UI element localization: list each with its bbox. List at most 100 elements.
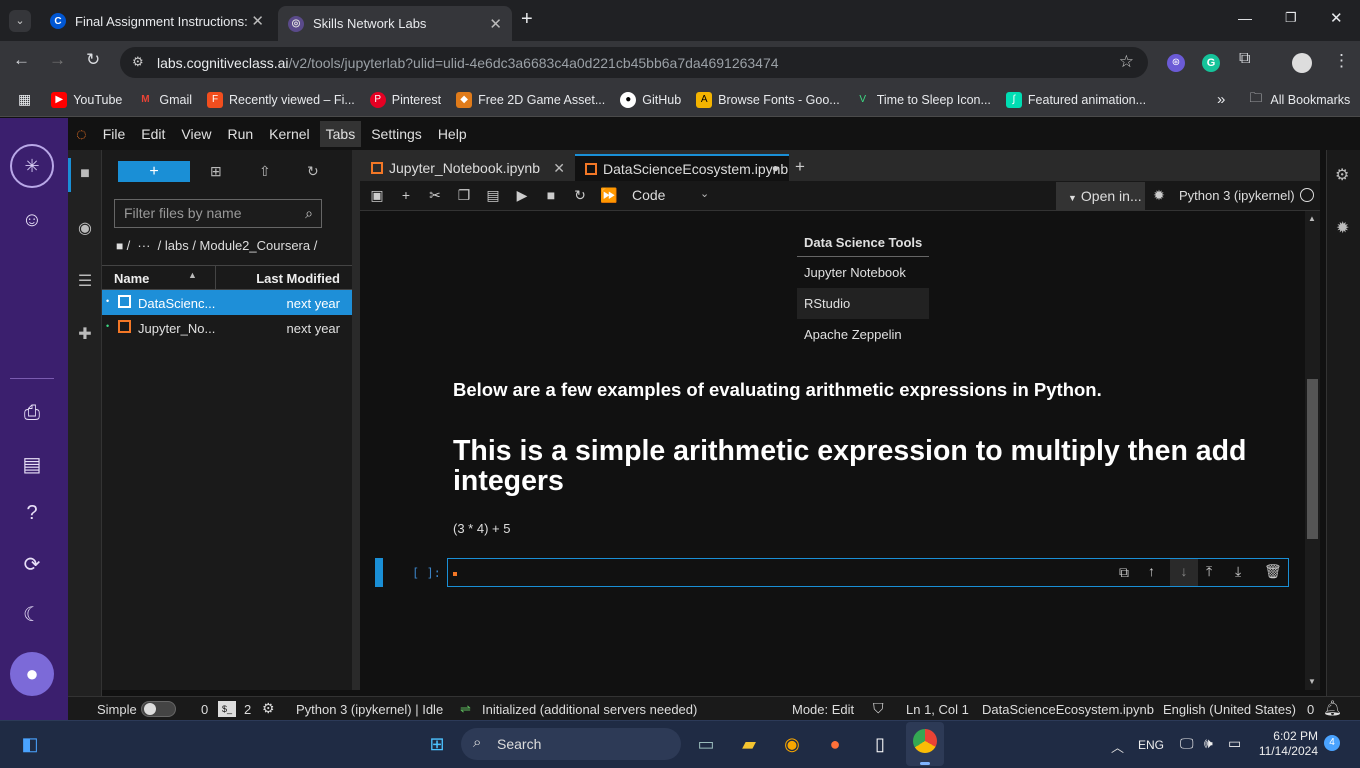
grammarly-icon[interactable]: G [1202, 54, 1220, 72]
show-hidden-icons[interactable]: ︿ [1111, 737, 1124, 756]
delete-cell-icon[interactable]: 🗑 [1264, 563, 1282, 580]
bookmark-github[interactable]: ● GitHub [620, 91, 681, 108]
bookmark-game-assets[interactable]: ◆ Free 2D Game Asset... [456, 91, 605, 108]
duplicate-cell-icon[interactable]: ⧉ [1119, 564, 1129, 581]
file-explorer-icon[interactable]: ▰ [735, 730, 763, 758]
debugger-icon[interactable]: ✹ [1336, 218, 1349, 238]
sync-icon[interactable]: ⟳ [17, 552, 47, 582]
copy-icon[interactable]: ❐ [455, 187, 473, 204]
insert-cell-icon[interactable]: + [397, 187, 415, 203]
bookmark-youtube[interactable]: ▶ YouTube [51, 91, 122, 108]
clock[interactable]: 6:02 PM 11/14/2024 [1258, 729, 1318, 759]
input-language[interactable]: ENG [1138, 738, 1164, 752]
name-column-header[interactable]: Name [114, 271, 149, 286]
chrome-taskbar-button[interactable] [906, 722, 944, 766]
kernel-count[interactable]: 2 [244, 702, 251, 717]
cut-icon[interactable]: ✂ [426, 187, 444, 204]
kernel-name[interactable]: Python 3 (ipykernel) [1179, 188, 1295, 203]
new-folder-icon[interactable]: ⊞ [210, 163, 222, 180]
open-in-button[interactable]: ▼ Open in... [1056, 182, 1145, 210]
back-icon[interactable]: ← [13, 50, 30, 70]
close-tab-icon[interactable]: ✕ [489, 15, 502, 33]
file-row[interactable]: • Jupyter_No... next year [102, 315, 352, 340]
inbox-icon[interactable]: ⎙ [17, 402, 47, 432]
brave-icon[interactable]: ◉ [778, 730, 806, 758]
extension-icon[interactable]: ⊛ [1167, 54, 1185, 72]
taskbar-search[interactable]: ⌕ Search [461, 728, 681, 760]
restart-icon[interactable]: ↻ [571, 187, 589, 204]
document-icon[interactable]: ▯ [866, 730, 894, 758]
new-launcher-button[interactable]: + [118, 161, 190, 182]
user-avatar[interactable]: ● [10, 652, 54, 696]
insert-above-icon[interactable]: ⤒ [1206, 563, 1212, 580]
unsaved-dot-icon[interactable]: ● [772, 161, 779, 175]
windows-start-icon[interactable]: ⊞ [423, 730, 451, 758]
bell-icon[interactable]: 🔔︎ [1323, 699, 1342, 717]
add-tab-button[interactable]: + [795, 157, 805, 177]
menu-tabs[interactable]: Tabs [319, 121, 362, 147]
chrome-menu-icon[interactable]: ⋮ [1333, 51, 1350, 71]
scroll-up-icon[interactable]: ▲ [1308, 214, 1316, 223]
bookmark-lottie[interactable]: ∫ Featured animation... [1005, 91, 1146, 108]
newspaper-icon[interactable]: ▤ [17, 452, 47, 482]
network-icon[interactable]: 🖵︎ [1180, 735, 1194, 752]
kernel-status[interactable]: Python 3 (ipykernel) | Idle [296, 702, 443, 717]
volume-icon[interactable]: 🕪︎ [1204, 735, 1213, 752]
file-row[interactable]: • DataScienc... next year [102, 290, 352, 315]
code-cell-editor[interactable]: ⧉ ↑ ↓ ⤒ ⤓ 🗑 [447, 558, 1289, 587]
cursor-position[interactable]: Ln 1, Col 1 [906, 702, 969, 717]
folder-icon[interactable]: ■ [75, 165, 95, 185]
tab-search-icon[interactable]: ⌄ [9, 10, 31, 32]
last-modified-column-header[interactable]: Last Modified [256, 271, 340, 286]
simple-mode-toggle[interactable] [141, 701, 176, 717]
restore-icon[interactable]: ❐ [1285, 10, 1297, 26]
extensions-puzzle-icon[interactable]: ⧉ [1239, 50, 1250, 68]
battery-icon[interactable]: ▭ [1228, 735, 1241, 752]
fast-forward-icon[interactable]: ⏩ [600, 187, 618, 204]
move-down-icon[interactable]: ↓ [1170, 559, 1198, 586]
new-tab-button[interactable]: + [521, 8, 533, 31]
forward-icon[interactable]: → [49, 50, 66, 70]
address-bar[interactable]: ⚙ labs.cognitiveclass.ai/v2/tools/jupyte… [120, 47, 1148, 78]
menu-edit[interactable]: Edit [135, 121, 171, 147]
menu-file[interactable]: File [97, 121, 132, 147]
task-view-icon[interactable]: ▭ [692, 730, 720, 758]
trusted-shield-icon[interactable]: ⛉ [873, 700, 884, 717]
table-of-contents-icon[interactable]: ☰ [75, 271, 95, 291]
notification-badge[interactable]: 4 [1324, 735, 1340, 751]
menu-run[interactable]: Run [221, 121, 259, 147]
close-tab-icon[interactable]: ✕ [553, 160, 565, 177]
save-icon[interactable]: ▣ [368, 187, 386, 204]
apps-grid-icon[interactable]: ▦ [18, 91, 31, 108]
firefox-icon[interactable]: ● [821, 730, 849, 758]
extensions-puzzle-icon[interactable]: ✚ [75, 324, 95, 344]
reload-icon[interactable]: ↻ [86, 50, 100, 70]
run-icon[interactable]: ▶ [513, 187, 531, 204]
bookmark-vector[interactable]: V Time to Sleep Icon... [854, 91, 991, 108]
file-filter-input[interactable]: Filter files by name ⌕ [114, 199, 322, 228]
cell-type-select[interactable]: Code ⌄ [632, 187, 712, 203]
move-up-icon[interactable]: ↑ [1148, 563, 1155, 579]
scroll-thumb[interactable] [1307, 379, 1318, 539]
all-bookmarks-button[interactable]: 🗀 All Bookmarks [1249, 89, 1350, 111]
site-info-icon[interactable]: ⚙ [132, 54, 144, 70]
refresh-icon[interactable]: ↻ [307, 163, 319, 180]
scroll-down-icon[interactable]: ▼ [1308, 677, 1316, 686]
profile-avatar[interactable] [1292, 53, 1312, 73]
menu-view[interactable]: View [175, 121, 217, 147]
menu-settings[interactable]: Settings [365, 121, 428, 147]
bookmarks-overflow-button[interactable]: » [1217, 91, 1225, 108]
lsp-status[interactable]: Initialized (additional servers needed) [482, 702, 697, 717]
close-window-icon[interactable]: ✕ [1330, 9, 1343, 27]
upload-icon[interactable]: ⇧ [259, 163, 271, 180]
stop-icon[interactable]: ■ [542, 187, 560, 203]
language[interactable]: English (United States) [1163, 702, 1296, 717]
widgets-icon[interactable]: ◧ [16, 730, 44, 758]
terminal-count[interactable]: 0 [201, 702, 208, 717]
bookmark-figma[interactable]: F Recently viewed – Fi... [207, 91, 355, 108]
splitter[interactable] [352, 150, 360, 690]
browser-tab-skills-network[interactable]: ◎ Skills Network Labs ✕ [278, 6, 512, 41]
bookmark-gmail[interactable]: M Gmail [137, 91, 192, 108]
notebook-tab-datascience[interactable]: DataScienceEcosystem.ipynb ● [575, 154, 789, 182]
paste-icon[interactable]: ▤ [484, 187, 502, 204]
